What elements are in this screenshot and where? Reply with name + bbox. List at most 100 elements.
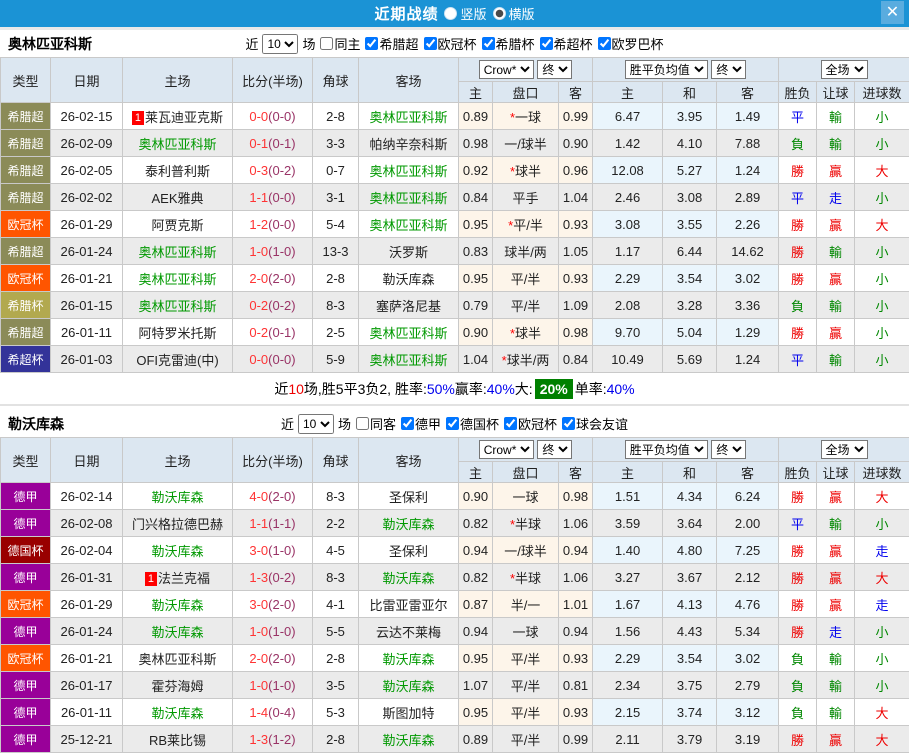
handicap-line: *一球: [493, 103, 559, 130]
wdl-avg-select[interactable]: 胜平负均值: [625, 60, 708, 79]
comp-checkbox[interactable]: [504, 417, 517, 430]
games-count-select[interactable]: 10: [262, 34, 298, 54]
odds-stage-select[interactable]: 终: [537, 60, 572, 79]
match-score: 0-2(0-1): [233, 319, 313, 346]
comp-option-dfb-pokal[interactable]: 德国杯: [442, 414, 499, 433]
home-team: 奥林匹亚科斯: [123, 292, 233, 319]
lose-odds: 1.24: [717, 346, 779, 373]
wdl-stage-select[interactable]: 终: [711, 440, 746, 459]
filter-row: 奥林匹亚科斯 近 10 场 同主 希腊超 欧冠杯 希腊杯: [0, 30, 909, 57]
result-wdl: 負: [779, 699, 817, 726]
horizontal-radio[interactable]: [493, 7, 506, 20]
draw-odds: 3.54: [663, 265, 717, 292]
comp-option-ucl[interactable]: 欧冠杯: [500, 414, 557, 433]
away-team: 奥林匹亚科斯: [359, 346, 459, 373]
comp-checkbox[interactable]: [482, 37, 495, 50]
bookmaker-select[interactable]: Crow*: [479, 440, 534, 459]
layout-horizontal-option[interactable]: 横版: [493, 4, 535, 23]
draw-odds: 3.67: [663, 564, 717, 591]
comp-option-europa[interactable]: 欧罗巴杯: [594, 34, 664, 53]
result-goals: 小: [855, 319, 909, 346]
team-name: 奥林匹亚科斯: [8, 34, 92, 54]
away-team: 比雷亚雷亚尔: [359, 591, 459, 618]
comp-option-friendly[interactable]: 球会友谊: [558, 414, 628, 433]
games-count-select[interactable]: 10: [298, 414, 334, 434]
halftime-score: (1-0): [268, 244, 295, 259]
match-competition: 欧冠杯: [1, 591, 51, 618]
odds-stage-select[interactable]: 终: [537, 440, 572, 459]
summary-part: 40%: [487, 381, 515, 397]
comp-checkbox[interactable]: [424, 37, 437, 50]
handicap-away-odds: 0.96: [559, 157, 593, 184]
match-row: 希腊超26-02-151莱瓦迪亚克斯0-0(0-0)2-8奥林匹亚科斯0.89*…: [1, 103, 909, 130]
match-competition: 希腊超: [1, 319, 51, 346]
match-date: 26-01-21: [51, 265, 123, 292]
fulltime-select[interactable]: 全场: [821, 60, 868, 79]
draw-odds: 3.64: [663, 510, 717, 537]
match-row: 欧冠杯26-01-29勒沃库森3-0(2-0)4-1比雷亚雷亚尔0.87半/一1…: [1, 591, 909, 618]
close-icon[interactable]: ✕: [881, 1, 904, 24]
match-competition: 欧冠杯: [1, 211, 51, 238]
handicap-away-odds: 0.99: [559, 726, 593, 753]
same-away-option[interactable]: 同客: [352, 414, 396, 433]
handicap-away-odds: 0.93: [559, 645, 593, 672]
summary-part: 40%: [607, 381, 635, 397]
draw-odds: 4.43: [663, 618, 717, 645]
home-team: 奥林匹亚科斯: [123, 130, 233, 157]
wdl-avg-select[interactable]: 胜平负均值: [625, 440, 708, 459]
comp-option-ucl[interactable]: 欧冠杯: [420, 34, 477, 53]
result-handicap: 贏: [817, 157, 855, 184]
match-date: 26-02-15: [51, 103, 123, 130]
away-team: 奥林匹亚科斯: [359, 157, 459, 184]
lose-odds: 3.02: [717, 265, 779, 292]
handicap-star: *: [510, 517, 515, 532]
comp-checkbox[interactable]: [540, 37, 553, 50]
same-away-checkbox[interactable]: [356, 417, 369, 430]
handicap-odds-header: Crow* 终: [459, 58, 593, 82]
comp-option-greek-cup[interactable]: 希腊杯: [478, 34, 535, 53]
fulltime-select[interactable]: 全场: [821, 440, 868, 459]
same-home-option[interactable]: 同主: [316, 34, 360, 53]
comp-checkbox[interactable]: [401, 417, 414, 430]
home-team: 勒沃库森: [123, 618, 233, 645]
sub-header-result: 胜负: [779, 462, 817, 483]
vertical-radio[interactable]: [444, 7, 457, 20]
comp-checkbox[interactable]: [446, 417, 459, 430]
comp-option-greek-super[interactable]: 希腊超: [361, 34, 418, 53]
comp-checkbox[interactable]: [365, 37, 378, 50]
result-handicap: 輸: [817, 672, 855, 699]
away-team-name: 勒沃库森: [382, 733, 434, 748]
comp-checkbox[interactable]: [562, 417, 575, 430]
comp-checkbox[interactable]: [598, 37, 611, 50]
bookmaker-select[interactable]: Crow*: [479, 60, 534, 79]
match-date: 26-02-05: [51, 157, 123, 184]
handicap-line: *平/半: [493, 211, 559, 238]
match-date: 26-01-11: [51, 699, 123, 726]
lose-odds: 3.02: [717, 645, 779, 672]
match-score: 1-0(1-0): [233, 238, 313, 265]
away-team: 勒沃库森: [359, 564, 459, 591]
win-odds: 2.08: [593, 292, 663, 319]
away-team-name: 奥林匹亚科斯: [369, 326, 447, 341]
match-date: 25-12-21: [51, 726, 123, 753]
handicap-away-odds: 0.90: [559, 130, 593, 157]
handicap-home-odds: 0.92: [459, 157, 493, 184]
home-team-name: 莱瓦迪亚克斯: [145, 110, 223, 125]
handicap-home-odds: 0.83: [459, 238, 493, 265]
handicap-line: 一球: [493, 618, 559, 645]
home-team-name: 奥林匹亚科斯: [138, 245, 216, 260]
comp-label: 希腊杯: [496, 34, 535, 53]
comp-option-greek-supercup[interactable]: 希超杯: [536, 34, 593, 53]
comp-option-bundesliga[interactable]: 德甲: [397, 414, 441, 433]
handicap-home-odds: 0.94: [459, 537, 493, 564]
layout-vertical-option[interactable]: 竖版: [444, 4, 486, 23]
same-home-checkbox[interactable]: [320, 37, 333, 50]
wdl-odds-header: 胜平负均值 终: [593, 438, 779, 462]
match-row: 希腊超26-02-05泰利普利斯0-3(0-2)0-7奥林匹亚科斯0.92*球半…: [1, 157, 909, 184]
match-score: 1-4(0-4): [233, 699, 313, 726]
corner-count: 2-5: [313, 319, 359, 346]
fulltime-score: 1-2: [249, 217, 268, 232]
fulltime-score: 1-4: [249, 705, 268, 720]
match-row: 欧冠杯26-01-29阿贾克斯1-2(0-0)5-4奥林匹亚科斯0.95*平/半…: [1, 211, 909, 238]
wdl-stage-select[interactable]: 终: [711, 60, 746, 79]
